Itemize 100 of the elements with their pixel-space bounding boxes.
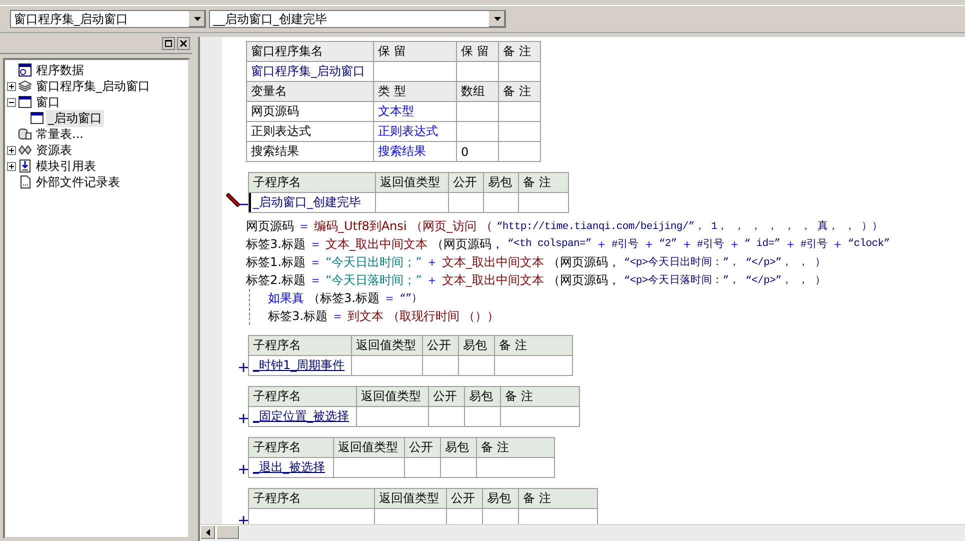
- column-header: 保 留: [456, 42, 498, 62]
- table-cell: [428, 406, 464, 426]
- table-cell: [334, 458, 404, 478]
- window-restore-icon: [165, 40, 172, 47]
- variable-name: 正则表达式: [246, 122, 374, 142]
- selector-dropdown[interactable]: 窗口程序集_启动窗口: [10, 10, 206, 28]
- table-cell: [482, 508, 518, 524]
- code-token: ＋: [784, 236, 796, 252]
- table-cell: [518, 192, 568, 212]
- column-header: 返回值类型: [374, 488, 446, 508]
- variable-type: 正则表达式: [374, 122, 456, 142]
- expand-icon[interactable]: [7, 146, 16, 154]
- collapse-icon[interactable]: [7, 98, 16, 106]
- column-header: 返回值类型: [356, 386, 428, 406]
- column-header: 备 注: [500, 386, 580, 406]
- code-token: #引号: [611, 238, 639, 251]
- table-cell: [498, 62, 540, 82]
- table-cell: [352, 356, 422, 376]
- code-token: ＝: [331, 308, 344, 324]
- column-header: 备 注: [518, 488, 598, 508]
- variable-name: 搜索结果: [246, 142, 374, 162]
- code-token: （网页源码，: [431, 236, 504, 252]
- table-cell: [446, 508, 482, 524]
- variable-type: 搜索结果: [374, 142, 456, 162]
- code-token: ＋: [680, 236, 693, 252]
- expand-icon[interactable]: [239, 414, 248, 423]
- code-token: “”）: [399, 292, 422, 305]
- window-icon: [18, 95, 32, 109]
- column-header: 备 注: [498, 82, 540, 102]
- subroutine-name: _退出_被选择: [248, 458, 334, 478]
- code-token: 文本_取出中间文本: [442, 272, 544, 288]
- selector-dropdown[interactable]: __启动窗口_创建完毕: [209, 10, 506, 28]
- code-token: ＋: [642, 236, 655, 252]
- close-button[interactable]: [177, 37, 190, 50]
- column-header: 子程序名: [248, 386, 356, 406]
- column-header: 易包: [484, 172, 518, 192]
- stacked-pages-icon: [18, 79, 32, 93]
- code-token: ＝: [383, 290, 396, 306]
- scroll-left-button[interactable]: [200, 525, 216, 540]
- code-token: #引号: [696, 238, 724, 251]
- code-token: “今天日落时间；”: [325, 272, 422, 288]
- table-cell: [440, 458, 476, 478]
- code-token: “<th colspan=”: [507, 238, 592, 250]
- column-header: 易包: [458, 336, 494, 356]
- code-token: 到文本 （取现行时间 （））: [347, 308, 500, 324]
- column-header: 公开: [448, 172, 484, 192]
- expand-icon[interactable]: [239, 363, 248, 372]
- tree-item[interactable]: 资源表: [34, 142, 74, 158]
- column-header: 备 注: [494, 336, 572, 356]
- expand-icon[interactable]: [239, 516, 248, 524]
- dropdown-arrow-icon: [194, 17, 200, 21]
- code-token: ＋: [832, 236, 844, 252]
- scrollbar-thumb[interactable]: [216, 525, 240, 540]
- column-header: 公开: [428, 386, 464, 406]
- tree-item[interactable]: 常量表...: [34, 126, 86, 142]
- table-cell: [422, 356, 458, 376]
- tree-item[interactable]: 程序数据: [34, 62, 86, 78]
- code-token: 文本_取出中间文本: [442, 254, 544, 270]
- column-header: 保 留: [374, 42, 456, 62]
- tree-item[interactable]: 窗口程序集_启动窗口: [34, 78, 152, 94]
- table-cell: [498, 142, 540, 162]
- column-header: 类 型: [374, 82, 456, 102]
- project-icon: [18, 63, 32, 77]
- restore-button[interactable]: [162, 37, 175, 50]
- column-header: 子程序名: [248, 488, 374, 508]
- column-header: 易包: [482, 488, 518, 508]
- document-icon: [18, 175, 32, 189]
- subroutine-name: _固定位置_被选择: [248, 406, 356, 426]
- subroutine-name: _时钟1_周期事件: [248, 356, 352, 376]
- column-header: 返回值类型: [334, 438, 404, 458]
- column-header: 子程序名: [248, 438, 334, 458]
- code-token: ＝: [309, 272, 322, 288]
- table-cell: [456, 102, 498, 122]
- column-header: 备 注: [476, 438, 554, 458]
- tree-item[interactable]: _启动窗口: [46, 110, 104, 126]
- tree-item[interactable]: 窗口: [34, 94, 62, 110]
- code-token: 标签3.标题: [246, 236, 306, 252]
- variable-type: 文本型: [374, 102, 456, 122]
- code-token: ＋: [426, 254, 438, 270]
- code-token: “clock”: [848, 238, 890, 250]
- array-size: 0: [456, 142, 498, 162]
- column-header: 公开: [422, 336, 458, 356]
- table-cell: [458, 356, 494, 376]
- code-token: #引号: [800, 238, 828, 251]
- table-cell: [374, 508, 446, 524]
- code-token: “今天日出时间；”: [325, 254, 422, 270]
- column-header: 变量名: [246, 82, 374, 102]
- tree-item[interactable]: 模块引用表: [34, 158, 98, 174]
- expand-icon[interactable]: [7, 162, 16, 170]
- code-token: （网页源码，: [548, 254, 620, 270]
- tree-item[interactable]: 外部文件记录表: [34, 174, 122, 190]
- column-header: 备 注: [498, 42, 540, 62]
- table-cell: [498, 122, 540, 142]
- expand-icon[interactable]: [239, 465, 248, 474]
- code-token: 文本_取出中间文本: [325, 236, 428, 252]
- expand-icon[interactable]: [7, 82, 16, 90]
- column-header: 易包: [464, 386, 500, 406]
- code-token: ＝: [309, 254, 322, 270]
- column-header: 子程序名: [248, 172, 376, 192]
- import-document-icon: [18, 159, 32, 173]
